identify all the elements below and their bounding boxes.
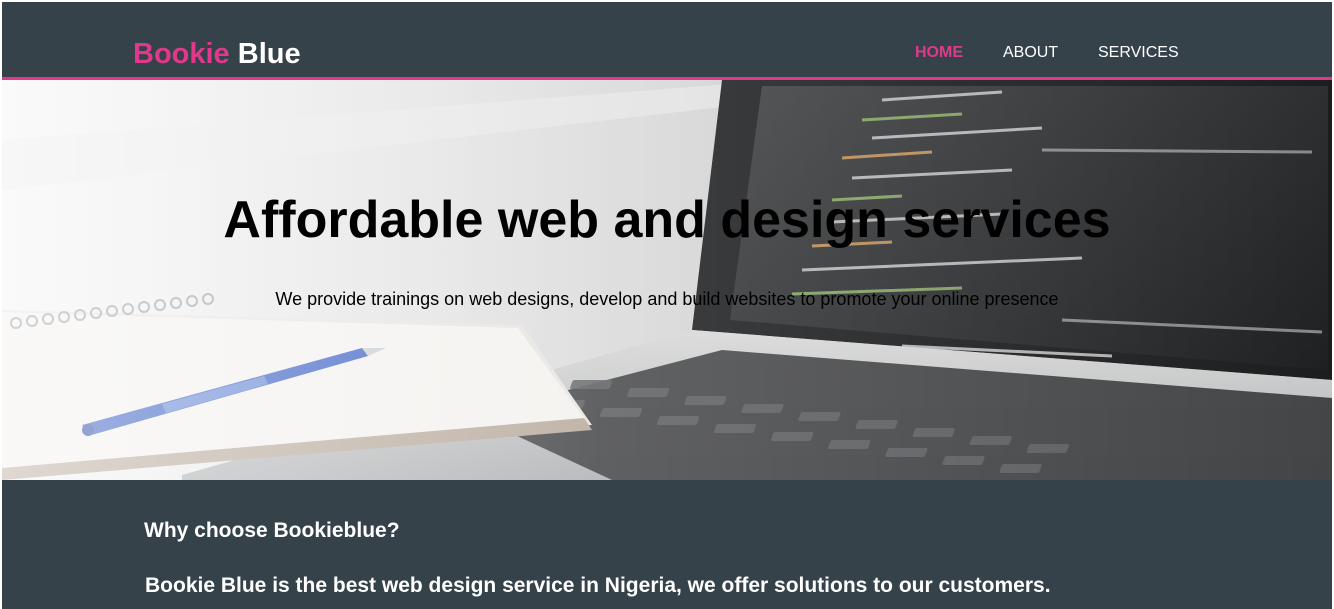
laptop-hero-image bbox=[2, 80, 1332, 480]
nav-services-link[interactable]: SERVICES bbox=[1098, 44, 1179, 62]
brand-first: Bookie bbox=[133, 38, 230, 70]
hero-section: Affordable web and design services We pr… bbox=[2, 80, 1332, 480]
value-proposition-text: Bookie Blue is the best web design servi… bbox=[145, 574, 1051, 597]
brand-second: Blue bbox=[237, 38, 301, 70]
nav-home-link[interactable]: HOME bbox=[915, 44, 963, 62]
why-choose-heading: Why choose Bookieblue? bbox=[144, 519, 400, 542]
hero-title: Affordable web and design services bbox=[223, 191, 1111, 249]
hero-subtitle: We provide trainings on web designs, dev… bbox=[275, 289, 1059, 309]
brand-logo[interactable]: Bookie Blue bbox=[133, 37, 301, 71]
page: Bookie Blue HOME ABOUT SERVICES Affordab… bbox=[2, 2, 1332, 609]
nav-about-link[interactable]: ABOUT bbox=[1003, 44, 1058, 62]
site-header: Bookie Blue HOME ABOUT SERVICES bbox=[2, 2, 1332, 80]
